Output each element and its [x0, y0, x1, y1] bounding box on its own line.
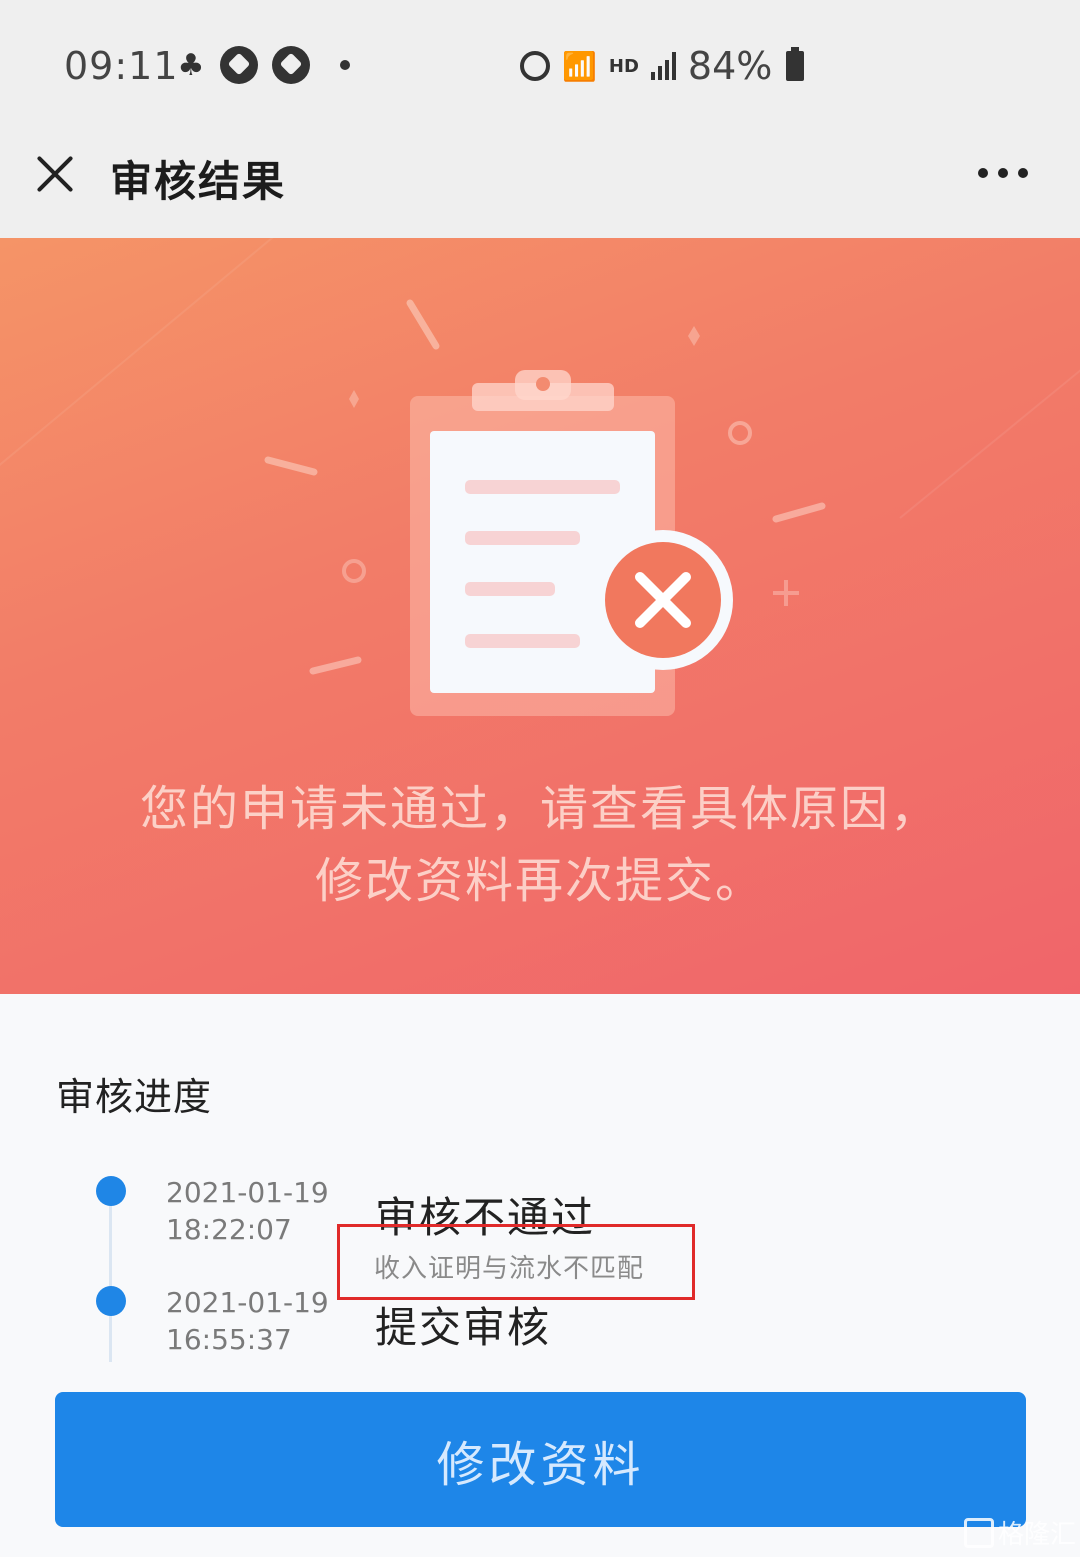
app-notification-icon — [272, 46, 310, 84]
section-title: 审核进度 — [56, 1075, 213, 1119]
sparkle-dash — [772, 502, 826, 523]
watermark: 格隆汇 — [964, 1514, 1076, 1551]
timeline-line — [109, 1192, 112, 1362]
modify-info-button[interactable]: 修改资料 — [55, 1392, 1026, 1527]
wifi-icon: 📶 — [562, 49, 597, 83]
more-notifications-icon — [340, 60, 350, 70]
timeline-item-date: 2021-01-19 — [166, 1286, 329, 1319]
sparkle-dash — [406, 299, 440, 350]
battery-icon — [786, 47, 805, 81]
sparkle-dash — [309, 656, 362, 675]
status-bar: 09:11 ♣ 📶 HD 84% — [0, 0, 1080, 130]
watermark-text: 格隆汇 — [998, 1520, 1077, 1550]
annotation-highlight-box — [337, 1224, 695, 1300]
rejection-message-line2: 修改资料再次提交。 — [314, 853, 765, 909]
rejection-message-line1: 您的申请未通过，请查看具体原因， — [139, 781, 940, 837]
timeline-dot — [96, 1286, 126, 1316]
notification-icons: ♣ — [176, 46, 350, 84]
sparkle-circle — [342, 559, 366, 583]
nav-bar: 审核结果 — [0, 130, 1080, 238]
status-time: 09:11 — [64, 44, 179, 88]
timeline-item-time: 18:22:07 — [166, 1213, 292, 1246]
sparkle-dash — [264, 456, 318, 476]
sparkle-star — [688, 326, 700, 346]
timeline-dot — [96, 1176, 126, 1206]
sparkle-plus — [773, 580, 799, 606]
timeline-item-date: 2021-01-19 — [166, 1176, 329, 1209]
more-options-icon[interactable] — [978, 168, 1028, 178]
sparkle-circle — [728, 421, 752, 445]
system-icons: 📶 HD 84% — [520, 44, 805, 88]
rejection-message: 您的申请未通过，请查看具体原因， 修改资料再次提交。 — [0, 773, 1080, 917]
page-title: 审核结果 — [110, 157, 287, 206]
sparkle-star — [349, 390, 359, 408]
battery-percent: 84% — [687, 44, 773, 88]
app-notification-icon — [220, 46, 258, 84]
hd-badge: HD — [608, 55, 639, 77]
alarm-icon — [520, 51, 550, 81]
close-icon[interactable] — [34, 152, 76, 194]
timeline-item-time: 16:55:37 — [166, 1323, 292, 1356]
timeline-item-status: 提交审核 — [375, 1303, 552, 1352]
result-banner: 您的申请未通过，请查看具体原因， 修改资料再次提交。 — [0, 238, 1080, 994]
app-notification-icon: ♣ — [177, 47, 205, 83]
watermark-logo-icon — [964, 1517, 994, 1548]
signal-icon — [650, 52, 676, 80]
